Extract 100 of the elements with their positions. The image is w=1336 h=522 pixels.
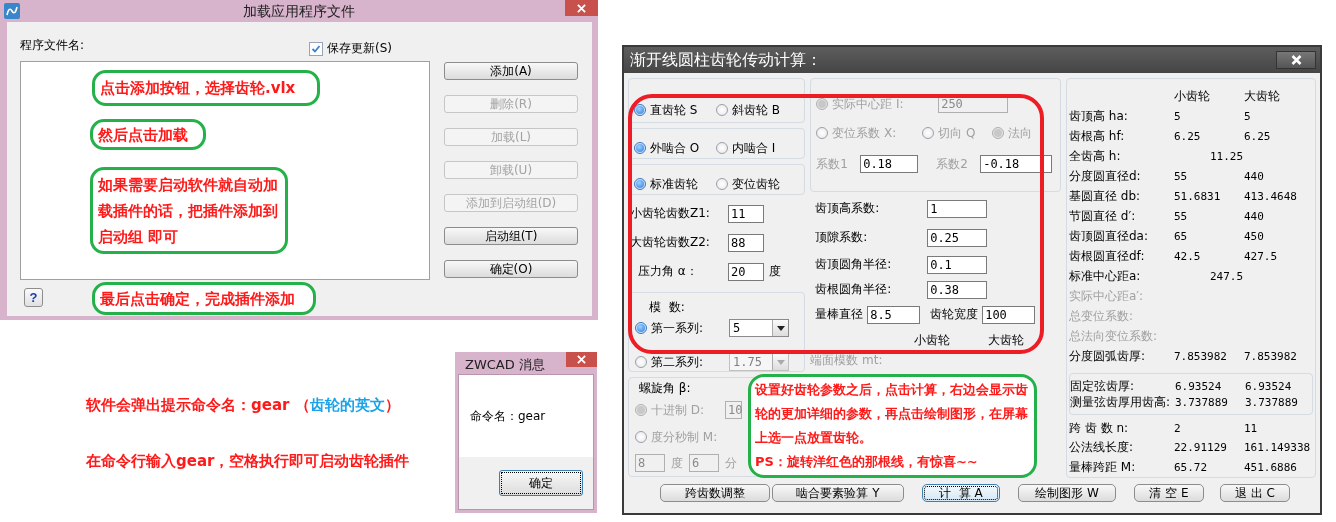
result-value: 7.853982 xyxy=(1244,350,1298,363)
result-value: 42.5 xyxy=(1174,250,1202,263)
callout: 点击添加按钮，选择齿轮.vlx xyxy=(92,70,320,106)
result-value: 3.737889 xyxy=(1175,395,1229,409)
dialog-button[interactable]: 退 出 C xyxy=(1220,484,1290,502)
field-label: 齿顶高 ha: xyxy=(1069,108,1129,125)
result-value: 6.25 xyxy=(1244,130,1272,143)
result-value: 161.149338 xyxy=(1244,441,1312,455)
field-label: 程序文件名: xyxy=(20,37,85,54)
radio-button[interactable]: 斜齿轮 B xyxy=(716,101,798,119)
result-value: 427.5 xyxy=(1244,250,1279,263)
field-label: 节圆直径 d′: xyxy=(1069,208,1137,225)
field-label: 公法线长度: xyxy=(1069,439,1135,457)
input-field[interactable]: 0.25 xyxy=(927,228,988,247)
radio-button[interactable]: 直齿轮 S xyxy=(634,101,716,119)
dialog-button[interactable]: 清 空 E xyxy=(1134,484,1204,502)
dialog-button[interactable]: 计 算 A xyxy=(922,484,1000,502)
dialog-button[interactable]: 启动组(T) xyxy=(444,227,578,245)
field-label: 总法向变位系数: xyxy=(1069,328,1159,345)
callout: 然后点击加载 xyxy=(90,119,206,150)
column-header: 大齿轮 xyxy=(988,332,1025,349)
unit-label: 度 xyxy=(671,454,683,472)
column-header: 大齿轮 xyxy=(1244,88,1281,106)
dialog-button[interactable]: 绘制图形 W xyxy=(1018,484,1116,502)
field-label: 齿根圆直径df: xyxy=(1069,248,1146,265)
radio-button[interactable]: 变位齿轮 xyxy=(716,175,798,193)
field-label: 量棒直径 xyxy=(815,306,865,323)
instruction-text: 软件会弹出提示命令名：gear （齿轮的英文） xyxy=(86,396,400,415)
input-field[interactable]: 0.18 xyxy=(860,155,919,173)
callout-text: PS：旋转洋红色的那根线，有惊喜~~ xyxy=(755,453,978,471)
field-label: 齿顶圆直径da: xyxy=(1069,228,1149,245)
result-value: 11 xyxy=(1244,421,1259,435)
field-label: 测量弦齿厚用齿高: xyxy=(1070,393,1172,411)
ok-button[interactable]: 确定 xyxy=(499,470,583,496)
unit-label: 度 xyxy=(769,263,781,280)
radio-button[interactable]: 标准齿轮 xyxy=(634,175,716,193)
field-label: 跨 齿 数 n: xyxy=(1069,419,1130,437)
result-value: 11.25 xyxy=(1209,150,1245,163)
dialog-button[interactable]: 确定(O) xyxy=(444,260,578,278)
dropdown[interactable]: 5 xyxy=(729,319,789,338)
input-field[interactable]: 100 xyxy=(982,305,1036,324)
message-text: 命令名：gear xyxy=(470,407,546,425)
result-value: 22.91129 xyxy=(1174,441,1228,455)
checkbox[interactable]: 保存更新(S) xyxy=(309,40,392,57)
input-field[interactable]: 8.5 xyxy=(867,305,921,324)
dialog-button[interactable]: 啮合要素验算 Y xyxy=(772,484,904,502)
field-label: 量棒跨距 M: xyxy=(1069,458,1137,476)
field-label: 系数2 xyxy=(936,155,969,173)
field-label: 齿顶高系数: xyxy=(815,200,881,217)
close-button[interactable] xyxy=(1276,51,1316,69)
result-value: 3.737889 xyxy=(1245,395,1299,409)
radio-button[interactable]: 第一系列: xyxy=(635,319,704,338)
callout: 如果需要启动软件就自动加载插件的话，把插件添加到启动组 即可 xyxy=(90,167,288,254)
radio-button[interactable]: 内啮合 I xyxy=(716,139,798,157)
input-field[interactable]: 20 xyxy=(728,262,764,281)
column-header: 小齿轮 xyxy=(1174,88,1211,106)
caret-icon xyxy=(776,325,785,331)
close-icon xyxy=(577,355,586,364)
input-field[interactable]: 0.1 xyxy=(927,255,988,274)
callout: 最后点击确定，完成插件添加 xyxy=(92,282,316,315)
result-value: 5 xyxy=(1174,110,1182,123)
help-button[interactable]: ? xyxy=(24,288,43,307)
input-field[interactable]: -0.18 xyxy=(980,155,1053,173)
result-value: 450 xyxy=(1244,230,1265,243)
result-value: 55 xyxy=(1174,170,1189,183)
result-value: 6.93524 xyxy=(1175,379,1223,393)
result-value: 7.853982 xyxy=(1174,350,1228,363)
result-value: 51.6831 xyxy=(1174,190,1222,203)
field-label: 小齿轮齿数Z1: xyxy=(630,205,711,222)
result-value: 451.6886 xyxy=(1244,460,1298,474)
result-value: 440 xyxy=(1244,210,1265,223)
input-field[interactable]: 11 xyxy=(728,204,764,223)
radio-button[interactable]: 外啮合 O xyxy=(634,139,716,157)
field-label: 压力角 α： xyxy=(638,263,699,280)
window-title: 加载应用程序文件 xyxy=(243,3,355,19)
result-value: 6.25 xyxy=(1174,130,1202,143)
column-header: 小齿轮 xyxy=(914,332,951,349)
instruction-text: 在命令行输入gear，空格执行即可启动齿轮插件 xyxy=(86,452,410,471)
dialog-button[interactable]: 跨齿数调整 xyxy=(660,484,770,502)
result-value: 2 xyxy=(1174,421,1182,435)
field-label: 齿根高 hf: xyxy=(1069,128,1126,145)
field-label: 齿轮宽度 xyxy=(930,306,980,323)
dialog-button[interactable]: 添加(A) xyxy=(444,62,578,80)
result-value: 5 xyxy=(1244,110,1252,123)
input-field[interactable]: 1 xyxy=(927,199,988,218)
app-icon xyxy=(4,3,20,19)
window-title: 渐开线圆柱齿轮传动计算： xyxy=(630,49,822,71)
window-title: ZWCAD 消息 xyxy=(465,356,545,374)
input-field[interactable]: 0.38 xyxy=(927,280,988,299)
result-value: 6.93524 xyxy=(1245,379,1293,393)
field-label: 总变位系数: xyxy=(1069,308,1135,325)
input-field[interactable]: 88 xyxy=(728,233,764,252)
field-label: 分度圆弧齿厚: xyxy=(1069,348,1147,365)
close-icon xyxy=(1290,55,1302,65)
result-value: 247.5 xyxy=(1209,270,1245,283)
group-title: 螺旋角 β: xyxy=(639,380,691,397)
result-value: 413.4648 xyxy=(1244,190,1298,203)
caret-icon xyxy=(776,359,785,365)
field-label: 实际中心距a′: xyxy=(1069,288,1145,305)
field-label: 齿根圆角半径: xyxy=(815,281,893,298)
